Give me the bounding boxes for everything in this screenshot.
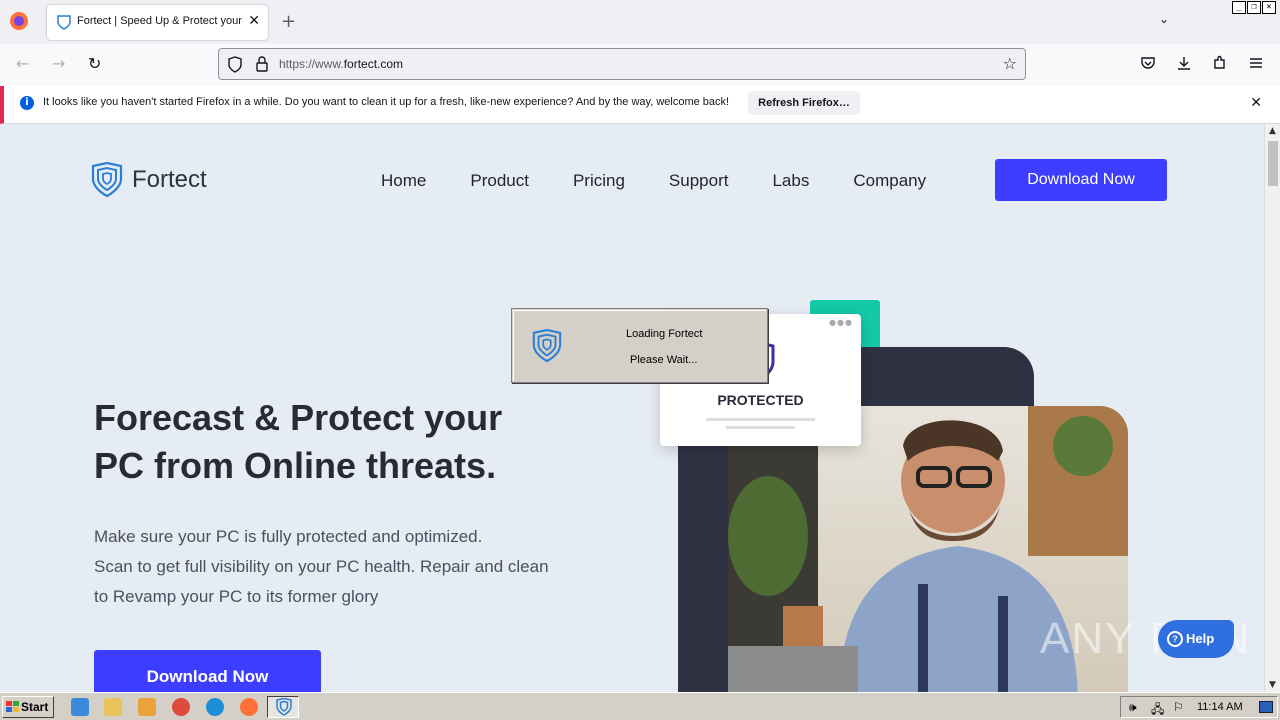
url-text: https://www.fortect.com	[279, 57, 404, 71]
bookmark-star-icon[interactable]: ☆	[1003, 54, 1017, 73]
loading-text: Loading Fortect	[626, 328, 703, 340]
scroll-thumb[interactable]	[1268, 141, 1278, 186]
refresh-firefox-button[interactable]: Refresh Firefox…	[748, 91, 860, 115]
fortect-shield-icon	[91, 162, 123, 198]
hero-subtext: Make sure your PC is fully protected and…	[94, 522, 614, 612]
fortect-favicon-icon	[57, 15, 71, 30]
media-player-icon[interactable]	[138, 698, 156, 716]
help-button[interactable]: ? Help	[1158, 620, 1234, 658]
fortect-shield-icon	[532, 329, 562, 363]
web-page: Fortect Home Product Pricing Support Lab…	[0, 124, 1264, 692]
minimize-icon[interactable]: _	[1232, 1, 1246, 14]
start-button[interactable]: Start	[2, 696, 54, 718]
folder-icon[interactable]	[104, 698, 122, 716]
ie-icon[interactable]	[71, 698, 89, 716]
brand-name: Fortect	[132, 166, 207, 193]
nav-product[interactable]: Product	[470, 171, 529, 191]
nav-company[interactable]: Company	[853, 171, 926, 191]
downloads-icon[interactable]	[1176, 55, 1192, 74]
placeholder-line	[706, 418, 815, 421]
download-now-hero-button[interactable]: Download Now	[94, 650, 321, 692]
chrome-icon[interactable]	[172, 698, 190, 716]
notification-message: It looks like you haven't started Firefo…	[43, 96, 730, 108]
clock[interactable]: 11:14 AM	[1197, 701, 1243, 713]
subtext-line-1: Make sure your PC is fully protected and…	[94, 527, 483, 546]
flag-icon[interactable]: ⚐	[1173, 700, 1184, 714]
reload-icon[interactable]: ↻	[88, 54, 101, 73]
loading-fortect-dialog: Loading Fortect Please Wait...	[511, 308, 768, 383]
scroll-up-arrow-icon[interactable]: ▲	[1269, 126, 1276, 136]
window-dots-icon: ●●●	[829, 318, 853, 327]
headline-line-2: PC from Online threats.	[94, 445, 497, 486]
new-tab-button[interactable]: +	[281, 11, 296, 32]
list-tabs-icon[interactable]: ⌄	[1159, 12, 1169, 26]
extensions-icon[interactable]	[1212, 55, 1228, 74]
nav-labs[interactable]: Labs	[772, 171, 809, 191]
restore-icon[interactable]: ❐	[1247, 1, 1261, 14]
firefox-logo-icon[interactable]	[9, 11, 29, 31]
pocket-icon[interactable]	[1140, 55, 1156, 74]
navigation-toolbar: ← → ↻ https://www.fortect.com ☆	[0, 44, 1280, 86]
fortect-shield-icon	[276, 698, 292, 716]
menu-hamburger-icon[interactable]	[1248, 55, 1264, 74]
fortect-logo[interactable]: Fortect	[90, 162, 207, 198]
close-notification-icon[interactable]: ✕	[1250, 95, 1262, 111]
network-icon[interactable]: 🖧	[1151, 700, 1164, 720]
placeholder-line	[726, 426, 795, 429]
browser-tab[interactable]: Fortect | Speed Up & Protect your ✕	[47, 5, 268, 40]
site-nav: Home Product Pricing Support Labs Compan…	[381, 171, 970, 191]
close-tab-icon[interactable]: ✕	[248, 13, 260, 29]
hero-headline: Forecast & Protect your PC from Online t…	[94, 394, 614, 490]
nav-pricing[interactable]: Pricing	[573, 171, 625, 191]
fortect-taskbar-button[interactable]	[267, 696, 299, 718]
subtext-line-2: Scan to get full visibility on your PC h…	[94, 557, 549, 576]
address-bar[interactable]: https://www.fortect.com ☆	[218, 48, 1026, 80]
nav-home[interactable]: Home	[381, 171, 426, 191]
scroll-down-arrow-icon[interactable]: ▼	[1269, 680, 1276, 690]
info-icon: i	[20, 96, 34, 110]
help-label: Help	[1186, 631, 1215, 646]
tab-title: Fortect | Speed Up & Protect your	[77, 15, 242, 27]
back-icon[interactable]: ←	[16, 54, 29, 73]
download-now-nav-button[interactable]: Download Now	[995, 159, 1167, 201]
headline-line-1: Forecast & Protect your	[94, 397, 503, 438]
help-icon: ?	[1167, 631, 1183, 647]
system-tray: 🕪 🖧 ⚐ 11:14 AM	[1120, 696, 1278, 718]
forward-icon[interactable]: →	[52, 54, 65, 73]
volume-icon[interactable]: 🕪	[1129, 700, 1137, 715]
edge-icon[interactable]	[206, 698, 224, 716]
lock-icon[interactable]	[255, 55, 269, 73]
start-label: Start	[21, 700, 49, 714]
page-scrollbar[interactable]: ▲ ▼	[1264, 124, 1280, 692]
show-desktop-icon[interactable]	[1259, 701, 1273, 713]
please-wait-text: Please Wait...	[630, 354, 698, 366]
windows-flag-icon	[6, 701, 19, 712]
protected-label: PROTECTED	[717, 392, 804, 408]
tracking-shield-icon[interactable]	[227, 56, 243, 74]
tab-bar: Fortect | Speed Up & Protect your ✕ + ⌄ …	[0, 0, 1280, 44]
subtext-line-3: to Revamp your PC to its former glory	[94, 587, 379, 606]
refresh-firefox-notification: i It looks like you haven't started Fire…	[0, 86, 1280, 124]
nav-support[interactable]: Support	[669, 171, 729, 191]
firefox-taskbar-icon[interactable]	[240, 698, 258, 716]
windows-taskbar: Start 🕪 🖧 ⚐ 11:14 AM	[0, 692, 1280, 720]
window-controls: _ ❐ ✕	[1232, 1, 1276, 14]
close-window-icon[interactable]: ✕	[1262, 1, 1276, 14]
